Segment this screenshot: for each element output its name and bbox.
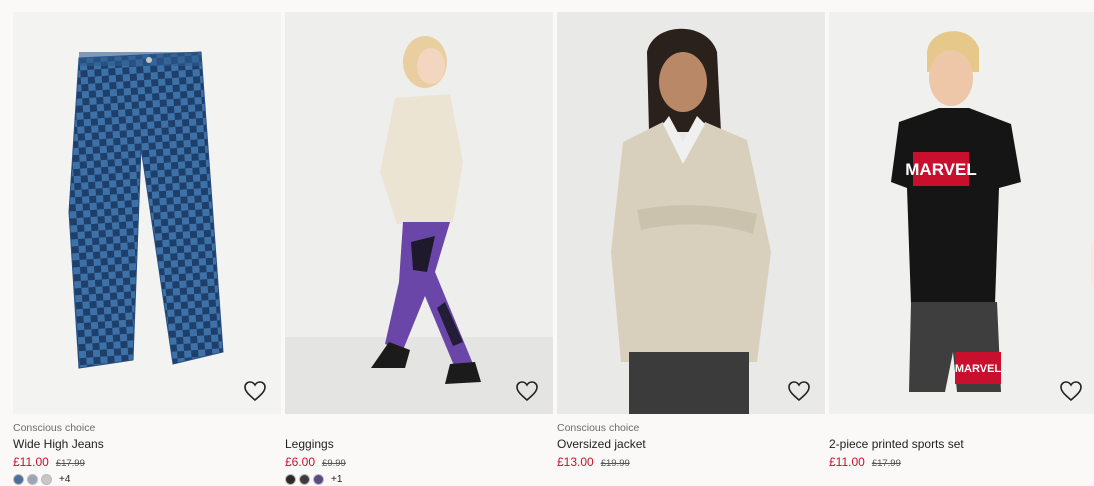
heart-outline-icon bbox=[788, 381, 810, 402]
jeans-illustration bbox=[68, 51, 224, 369]
product-image[interactable] bbox=[13, 12, 281, 414]
conscious-badge: Conscious choice bbox=[13, 422, 96, 434]
sports-set-illustration: MARVEL MARVEL bbox=[891, 31, 1021, 392]
color-swatch[interactable] bbox=[313, 473, 324, 485]
color-swatches[interactable]: +4 bbox=[13, 472, 70, 486]
product-image[interactable] bbox=[285, 12, 553, 414]
product-price: £11.00 £17.99 bbox=[13, 455, 85, 469]
color-swatch[interactable] bbox=[13, 473, 24, 485]
conscious-badge: Conscious choice bbox=[557, 422, 640, 434]
product-card[interactable]: Leggings £6.00 £9.99 +1 bbox=[285, 12, 553, 485]
product-card[interactable]: Conscious choice Wide High Jeans £11.00 £… bbox=[13, 12, 281, 485]
heart-outline-icon bbox=[516, 381, 538, 402]
color-swatch[interactable] bbox=[299, 473, 310, 485]
product-price: £11.00 £17.99 bbox=[829, 455, 901, 469]
product-card[interactable]: MARVEL MARVEL 2-piece printed sports set… bbox=[829, 12, 1094, 478]
product-title[interactable]: 2-piece printed sports set bbox=[829, 437, 964, 451]
sale-price: £13.00 bbox=[557, 455, 594, 469]
color-swatch[interactable] bbox=[285, 473, 296, 485]
color-swatch[interactable] bbox=[27, 473, 38, 485]
product-card[interactable]: Conscious choice Oversized jacket £13.00… bbox=[557, 12, 825, 478]
favourite-button[interactable] bbox=[515, 380, 539, 402]
leggings-illustration bbox=[285, 36, 553, 414]
product-image[interactable] bbox=[557, 12, 825, 414]
heart-outline-icon bbox=[1060, 381, 1082, 402]
product-image[interactable]: MARVEL MARVEL bbox=[829, 12, 1094, 414]
more-colors[interactable]: +4 bbox=[59, 474, 70, 485]
product-title[interactable]: Leggings bbox=[285, 437, 334, 451]
product-price: £13.00 £19.99 bbox=[557, 455, 630, 469]
product-price: £6.00 £9.99 bbox=[285, 455, 346, 469]
original-price: £17.99 bbox=[871, 458, 901, 469]
product-grid: Conscious choice Wide High Jeans £11.00 £… bbox=[13, 12, 1094, 485]
favourite-button[interactable] bbox=[787, 380, 811, 402]
sale-price: £6.00 bbox=[285, 455, 316, 469]
product-title[interactable]: Wide High Jeans bbox=[13, 437, 104, 451]
sale-price: £11.00 bbox=[829, 455, 865, 469]
jacket-illustration bbox=[611, 28, 771, 414]
sale-price: £11.00 bbox=[13, 455, 49, 469]
original-price: £17.99 bbox=[55, 458, 85, 469]
color-swatch[interactable] bbox=[41, 473, 52, 485]
product-title[interactable]: Oversized jacket bbox=[557, 437, 646, 451]
heart-outline-icon bbox=[244, 381, 266, 402]
original-price: £9.99 bbox=[322, 458, 346, 469]
original-price: £19.99 bbox=[600, 458, 630, 469]
favourite-button[interactable] bbox=[243, 380, 267, 402]
more-colors[interactable]: +1 bbox=[331, 474, 342, 485]
color-swatches[interactable]: +1 bbox=[285, 472, 342, 486]
print-text: MARVEL bbox=[905, 160, 976, 179]
print-text: MARVEL bbox=[955, 363, 1002, 375]
favourite-button[interactable] bbox=[1059, 380, 1083, 402]
